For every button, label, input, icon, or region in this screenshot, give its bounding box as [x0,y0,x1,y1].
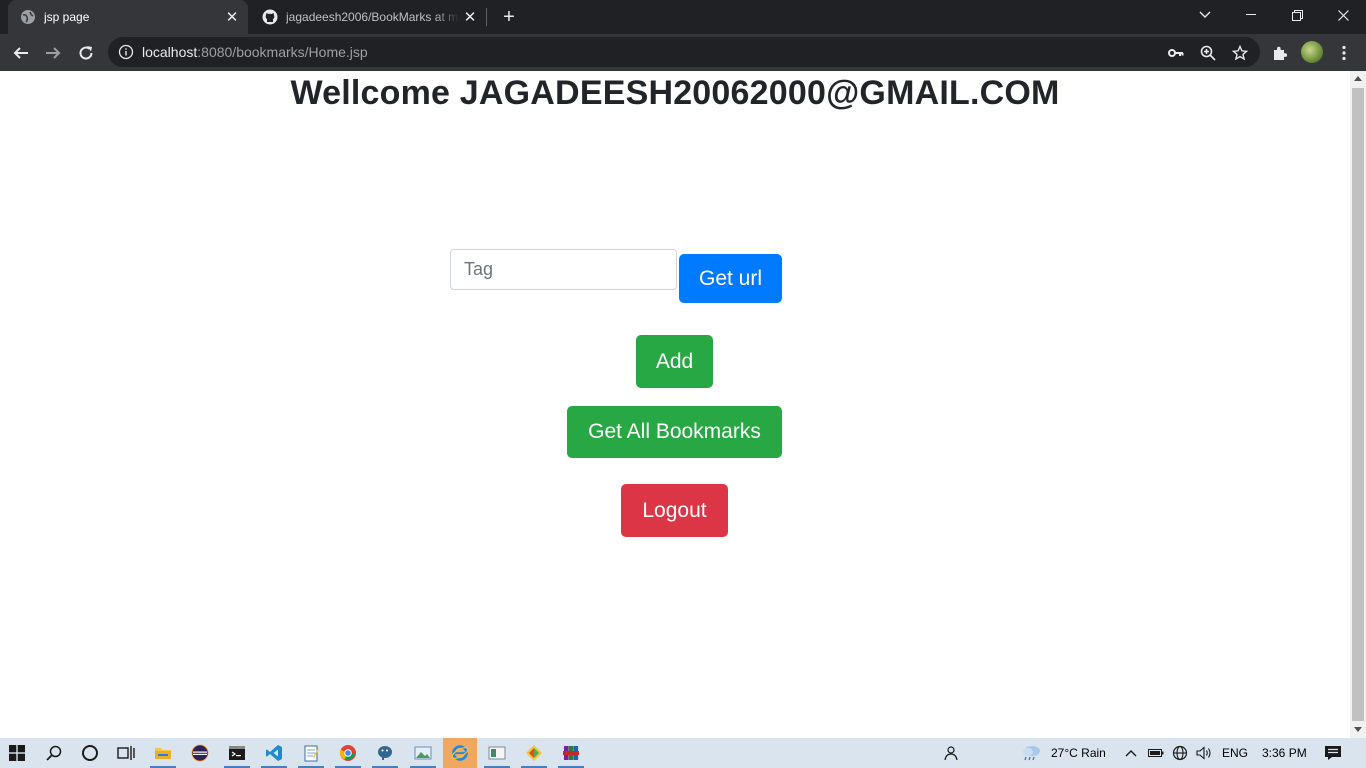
url-text: localhost:8080/bookmarks/Home.jsp [142,44,368,60]
welcome-heading: Wellcome JAGADEESH20062000@GMAIL.COM [290,74,1060,112]
internet-explorer-icon[interactable] [443,738,477,768]
image-viewer-icon[interactable] [406,738,440,768]
windows-taskbar: 27°C Rain ENG 3:36 PM [0,738,1366,768]
get-all-bookmarks-button[interactable]: Get All Bookmarks [567,406,782,458]
extensions-puzzle-icon[interactable] [1267,40,1293,66]
weather-rain-icon[interactable] [1014,738,1048,768]
star-icon[interactable] [1227,40,1253,66]
app-window-icon[interactable] [480,738,514,768]
winrar-icon[interactable] [554,738,588,768]
info-icon[interactable] [118,44,134,60]
notepad-icon[interactable] [294,738,328,768]
address-bar[interactable]: localhost:8080/bookmarks/Home.jsp [108,37,1260,67]
new-tab-button[interactable]: + [498,6,520,28]
git-tool-icon[interactable] [517,738,551,768]
close-tab-icon[interactable]: ✕ [460,7,480,27]
tray-chevron-up-icon[interactable] [1118,738,1144,768]
windows-start-icon[interactable] [0,738,34,768]
key-icon[interactable] [1163,40,1189,66]
browser-tab-strip: jsp page ✕ jagadeesh2006/BookMarks at ma… [0,0,1366,34]
scrollbar-thumb[interactable] [1352,88,1364,721]
vertical-scrollbar[interactable] [1350,71,1366,738]
vscode-icon[interactable] [257,738,291,768]
forward-arrow-icon[interactable] [40,40,66,66]
reload-icon[interactable] [73,40,99,66]
tab-search-chevron-icon[interactable] [1182,0,1228,30]
page-content: Wellcome JAGADEESH20062000@GMAIL.COM Get… [0,71,1350,738]
tab-separator [486,8,487,26]
notifications-icon[interactable] [1316,738,1350,768]
logout-button[interactable]: Logout [621,484,728,537]
github-icon [262,9,278,25]
tab-github[interactable]: jagadeesh2006/BookMarks at main ✕ [250,0,486,34]
postgresql-icon[interactable] [368,738,402,768]
command-prompt-icon[interactable] [220,738,254,768]
restore-button[interactable] [1274,0,1320,30]
get-url-button[interactable]: Get url [679,254,782,303]
scroll-up-arrow-icon[interactable] [1354,76,1362,81]
clock-time[interactable]: 3:36 PM [1262,746,1307,760]
zoom-icon[interactable] [1195,40,1221,66]
cortana-icon[interactable] [73,738,107,768]
search-icon[interactable] [37,738,71,768]
back-arrow-icon[interactable] [8,40,34,66]
people-icon[interactable] [934,738,968,768]
file-explorer-icon[interactable] [146,738,180,768]
language-indicator[interactable]: ENG [1222,746,1248,760]
battery-icon[interactable] [1144,738,1168,768]
close-tab-icon[interactable]: ✕ [222,7,242,27]
globe-icon [20,9,36,25]
close-window-button[interactable] [1320,0,1366,30]
add-button[interactable]: Add [636,335,713,388]
browser-toolbar: localhost:8080/bookmarks/Home.jsp [0,34,1366,71]
tag-input[interactable] [450,249,677,290]
minimize-button[interactable] [1228,0,1274,30]
weather-text[interactable]: 27°C Rain [1051,746,1106,760]
network-globe-icon[interactable] [1168,738,1192,768]
chrome-icon[interactable] [331,738,365,768]
tab-title: jsp page [44,10,90,24]
eclipse-icon[interactable] [183,738,217,768]
scroll-down-arrow-icon[interactable] [1354,727,1362,732]
volume-icon[interactable] [1192,738,1216,768]
tab-jsp-page[interactable]: jsp page ✕ [8,0,248,34]
task-view-icon[interactable] [109,738,143,768]
menu-dots-icon[interactable] [1331,40,1357,66]
profile-avatar[interactable] [1301,41,1323,63]
tab-title: jagadeesh2006/BookMarks at main [286,10,460,24]
